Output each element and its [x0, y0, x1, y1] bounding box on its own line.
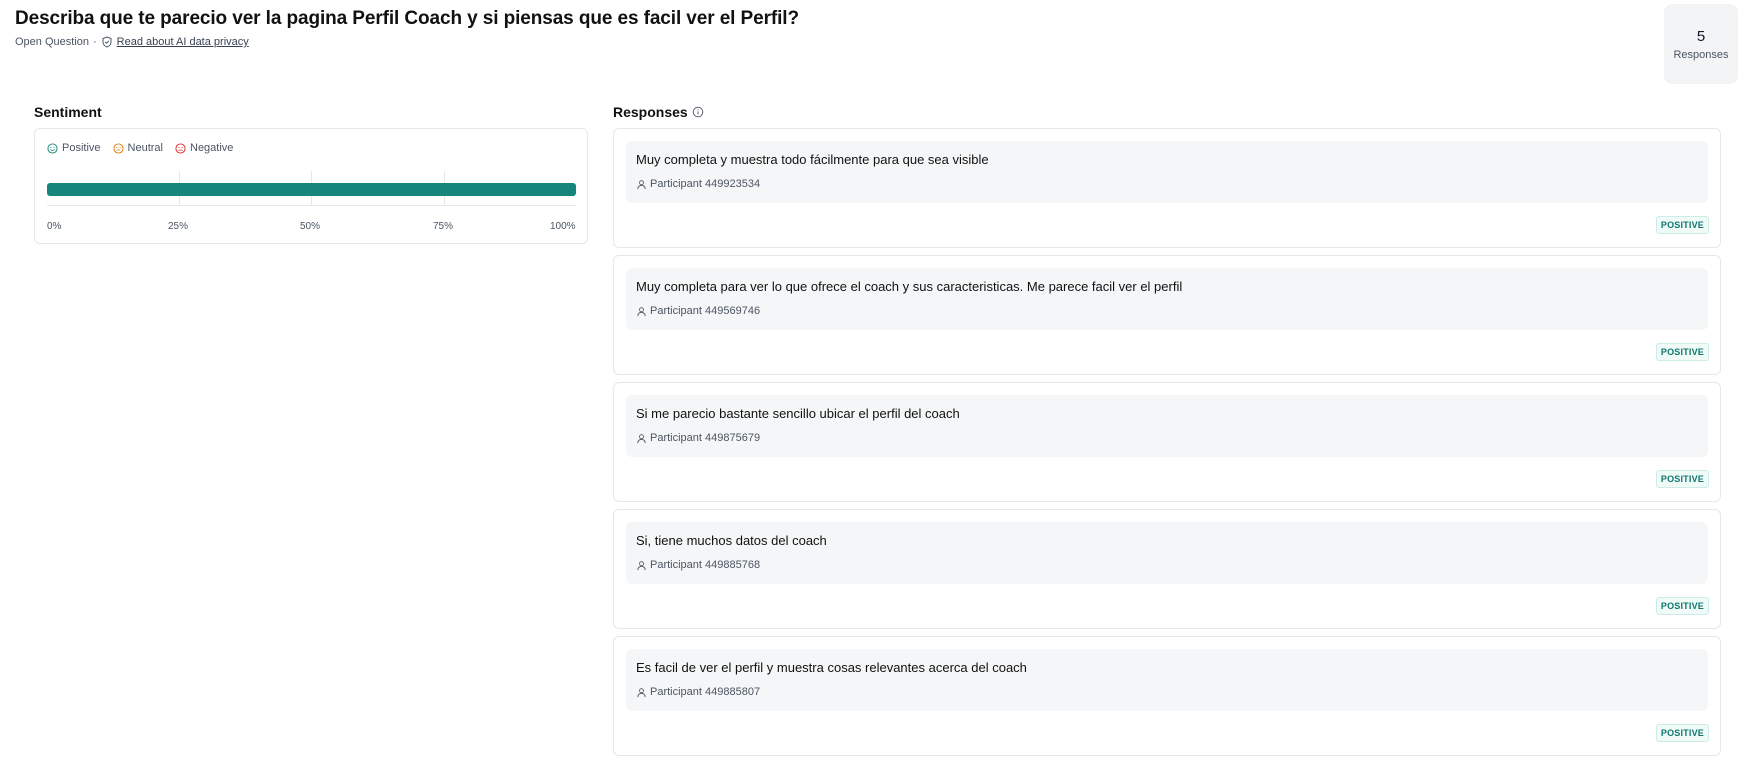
sentiment-card: Positive Neutral Negative 0% 25% 50% 75%… — [34, 128, 588, 244]
neutral-face-icon — [112, 142, 124, 154]
response-body: Si me parecio bastante sencillo ubicar e… — [626, 395, 1708, 457]
participant-id: Participant 449569746 — [636, 305, 760, 317]
participant-label: Participant 449875679 — [650, 432, 761, 444]
response-text: Es facil de ver el perfil y muestra cosa… — [636, 660, 1027, 675]
meta-separator: · — [93, 36, 97, 48]
question-type: Open Question — [15, 36, 89, 48]
person-icon — [637, 560, 646, 570]
question-meta: Open Question · Read about AI data priva… — [15, 36, 1655, 48]
sentiment-bar-positive — [47, 183, 576, 196]
response-card: Es facil de ver el perfil y muestra cosa… — [613, 636, 1721, 756]
response-body: Si, tiene muchos datos del coach Partici… — [626, 522, 1708, 584]
person-icon — [637, 179, 646, 189]
legend-neutral-label: Neutral — [127, 142, 163, 154]
responses-count-label: Responses — [1673, 48, 1729, 61]
person-icon — [637, 687, 646, 697]
legend-positive-label: Positive — [62, 142, 101, 154]
page-title: Describa que te parecio ver la pagina Pe… — [15, 8, 799, 29]
response-body: Muy completa para ver lo que ofrece el c… — [626, 268, 1708, 330]
legend-negative: Negative — [175, 142, 233, 154]
participant-label: Participant 449885768 — [650, 559, 761, 571]
ai-privacy-link[interactable]: Read about AI data privacy — [117, 36, 249, 48]
participant-label: Participant 449885807 — [650, 686, 761, 698]
response-card: Si, tiene muchos datos del coach Partici… — [613, 509, 1721, 629]
shield-check-icon — [102, 36, 112, 48]
response-card: Muy completa para ver lo que ofrece el c… — [613, 255, 1721, 375]
sentiment-badge: POSITIVE — [1655, 216, 1709, 234]
response-text: Si, tiene muchos datos del coach — [636, 533, 827, 548]
legend-negative-label: Negative — [190, 142, 234, 154]
responses-count-card: 5 Responses — [1664, 4, 1738, 84]
axis-baseline — [47, 205, 576, 206]
person-icon — [637, 306, 646, 316]
tick-0: 0% — [47, 221, 62, 232]
smile-face-icon — [47, 142, 58, 154]
responses-list: Muy completa y muestra todo fácilmente p… — [613, 128, 1721, 763]
sentiment-badge: POSITIVE — [1655, 724, 1709, 742]
sentiment-title: Sentiment — [34, 104, 102, 120]
response-card: Si me parecio bastante sencillo ubicar e… — [613, 382, 1721, 502]
sentiment-legend: Positive Neutral Negative — [47, 142, 233, 154]
participant-id: Participant 449875679 — [636, 432, 760, 444]
response-text: Muy completa y muestra todo fácilmente p… — [636, 152, 989, 167]
info-circle-icon[interactable] — [692, 106, 704, 118]
responses-count: 5 — [1696, 27, 1706, 45]
legend-positive: Positive — [47, 142, 101, 154]
sentiment-badge: POSITIVE — [1655, 597, 1709, 615]
response-text: Muy completa para ver lo que ofrece el c… — [636, 279, 1183, 294]
participant-label: Participant 449569746 — [650, 305, 761, 317]
person-icon — [637, 433, 646, 443]
response-body: Muy completa y muestra todo fácilmente p… — [626, 141, 1708, 203]
participant-id: Participant 449885768 — [636, 559, 760, 571]
participant-id: Participant 449885807 — [636, 686, 760, 698]
participant-id: Participant 449923534 — [636, 178, 760, 190]
question-header: Describa que te parecio ver la pagina Pe… — [15, 7, 1655, 48]
sentiment-badge: POSITIVE — [1655, 343, 1709, 361]
tick-100: 100% — [550, 221, 576, 232]
tick-75: 75% — [433, 221, 454, 232]
response-body: Es facil de ver el perfil y muestra cosa… — [626, 649, 1708, 711]
responses-title: Responses — [613, 104, 688, 120]
legend-neutral: Neutral — [112, 142, 163, 154]
response-text: Si me parecio bastante sencillo ubicar e… — [636, 406, 960, 421]
sentiment-bar-track — [47, 171, 576, 206]
survey-question-page: Describa que te parecio ver la pagina Pe… — [0, 0, 1764, 781]
frown-face-icon — [175, 142, 186, 154]
tick-25: 25% — [168, 221, 189, 232]
sentiment-badge: POSITIVE — [1655, 470, 1709, 488]
responses-header: Responses — [613, 104, 704, 120]
response-card: Muy completa y muestra todo fácilmente p… — [613, 128, 1721, 248]
tick-50: 50% — [300, 221, 321, 232]
participant-label: Participant 449923534 — [650, 178, 761, 190]
